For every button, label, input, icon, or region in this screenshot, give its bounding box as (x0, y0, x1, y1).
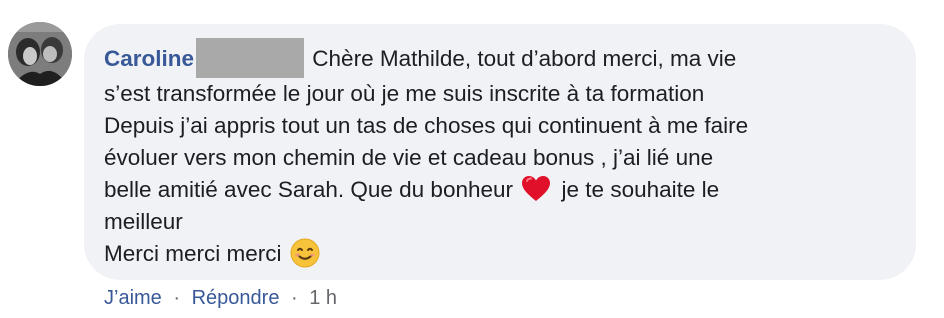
redacted-surname (196, 38, 305, 78)
comment-line-5-end: je te souhaite le (561, 177, 720, 202)
facebook-comment: Caroline Chère Mathilde, tout d’abord me… (0, 0, 944, 318)
comment-line-6: meilleur (104, 209, 183, 234)
heart-icon (521, 175, 551, 203)
comment-actions: J’aime · Répondre · 1 h (104, 284, 337, 312)
comment-line-1: Caroline Chère Mathilde, tout d’abord me… (104, 38, 896, 78)
separator: · (291, 287, 298, 309)
reply-button[interactable]: Répondre (192, 287, 280, 309)
comment-line-3: Depuis j’ai appris tout un tas de choses… (104, 113, 749, 138)
separator: · (173, 287, 181, 309)
comment-text: Caroline Chère Mathilde, tout d’abord me… (104, 38, 896, 270)
comment-line-2: s’est transformée le jour où je me suis … (104, 81, 705, 106)
timestamp[interactable]: 1 h (309, 287, 337, 309)
like-button[interactable]: J’aime (104, 287, 162, 309)
comment-line-7: Merci merci merci (104, 238, 896, 270)
author-name[interactable]: Caroline (104, 46, 194, 71)
comment-line-1-text: Chère Mathilde, tout d’abord merci, ma v… (312, 46, 737, 71)
avatar[interactable] (8, 22, 72, 86)
comment-line-5-text: belle amitié avec Sarah. Que du bonheur (104, 177, 514, 202)
comment-line-7-text: Merci merci merci (104, 241, 282, 266)
comment-line-5: belle amitié avec Sarah. Que du bonheur … (104, 174, 896, 206)
comment-bubble: Caroline Chère Mathilde, tout d’abord me… (84, 24, 916, 280)
avatar-photo (8, 22, 72, 86)
smile-icon (290, 238, 320, 268)
comment-line-4: évoluer vers mon chemin de vie et cadeau… (104, 145, 714, 170)
